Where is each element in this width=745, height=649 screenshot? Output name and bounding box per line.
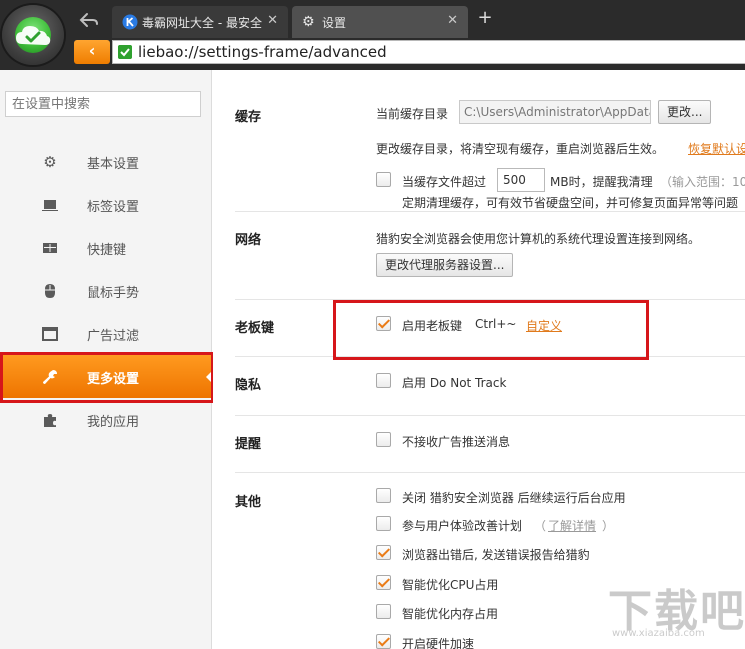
do-not-track-label: 启用 Do Not Track <box>402 376 507 390</box>
keyboard-icon <box>43 243 57 253</box>
section-network: 网络 猎豹安全浏览器会使用您计算机的系统代理设置连接到网络。 更改代理服务器设置… <box>235 213 745 300</box>
browser-chrome: 毒霸网址大全 - 最安全最好用的网址导航 ✕ ⚙ 设置 ✕ + ‹ liebao… <box>0 0 745 70</box>
cache-limit-input[interactable]: 500 <box>497 168 545 192</box>
change-cache-dir-button[interactable]: 更改... <box>658 100 712 124</box>
back-button[interactable]: ‹ <box>74 40 110 64</box>
cache-dir-field: C:\Users\Administrator\AppData <box>459 100 651 124</box>
tab-icon <box>42 200 58 211</box>
background-apps-checkbox[interactable] <box>376 488 391 503</box>
section-title: 老板键 <box>235 321 275 336</box>
gear-icon: ⚙ <box>302 14 315 30</box>
learn-more-link[interactable]: 了解详情 <box>548 517 596 534</box>
sidebar-item-my-apps[interactable]: 我的应用 <box>0 398 212 441</box>
do-not-track-checkbox[interactable] <box>376 373 391 388</box>
option-link-close: ） <box>602 519 615 533</box>
settings-sidebar: ⚙ 基本设置 标签设置 快捷键 鼠标手势 广告过滤 更多设置 我的应用 <box>0 70 214 649</box>
window-icon <box>42 327 58 341</box>
no-ads-label: 不接收广告推送消息 <box>402 435 511 449</box>
option-label: 参与用户体验改善计划 <box>402 519 523 533</box>
secure-check-icon <box>118 45 132 59</box>
puzzle-icon <box>44 414 56 427</box>
undo-icon[interactable] <box>78 10 100 30</box>
sidebar-item-label: 广告过滤 <box>87 329 140 344</box>
proxy-settings-button[interactable]: 更改代理服务器设置... <box>376 253 514 277</box>
k-site-icon <box>122 14 138 30</box>
no-ads-checkbox[interactable] <box>376 432 391 447</box>
sidebar-item-basic[interactable]: ⚙ 基本设置 <box>0 140 212 183</box>
sidebar-item-ad-filter[interactable]: 广告过滤 <box>0 312 212 355</box>
cpu-optimize-checkbox[interactable] <box>376 575 391 590</box>
network-desc: 猎豹安全浏览器会使用您计算机的系统代理设置连接到网络。 <box>376 232 701 246</box>
cache-limit-range: （输入范围：100- <box>660 175 745 189</box>
watermark-logo: 下载吧 www.xiazaiba.com <box>600 575 745 649</box>
sidebar-item-label: 标签设置 <box>87 200 140 215</box>
sidebar-item-label: 鼠标手势 <box>87 286 140 301</box>
highlight-box-sidebar <box>0 352 214 403</box>
close-icon[interactable]: ✕ <box>267 13 278 28</box>
sidebar-item-mouse-gestures[interactable]: 鼠标手势 <box>0 269 212 312</box>
cache-limit-checkbox[interactable] <box>376 172 391 187</box>
tab-title: 设置 <box>322 16 347 30</box>
hardware-accel-checkbox[interactable] <box>376 634 391 649</box>
tab-settings[interactable]: ⚙ 设置 ✕ <box>292 6 468 38</box>
memory-optimize-checkbox[interactable] <box>376 604 391 619</box>
sidebar-item-label: 快捷键 <box>87 243 127 258</box>
watermark-sub: www.xiazaiba.com <box>612 628 705 639</box>
cache-dir-label: 当前缓存目录 <box>376 107 449 121</box>
option-label: 浏览器出错后, 发送错误报告给猎豹 <box>402 548 590 562</box>
option-link-open: （ <box>534 519 547 533</box>
tab-title: 毒霸网址大全 - 最安全最好用的网址导航 <box>142 16 262 30</box>
url-text: liebao://settings-frame/advanced <box>138 43 387 61</box>
sidebar-item-tabs[interactable]: 标签设置 <box>0 183 212 226</box>
cloud-check-icon <box>16 26 51 45</box>
mouse-icon <box>45 284 55 298</box>
settings-content: 缓存 当前缓存目录 C:\Users\Administrator\AppData… <box>213 70 745 649</box>
highlight-box-boss-key <box>333 300 649 360</box>
section-title: 其他 <box>235 495 262 510</box>
gear-icon: ⚙ <box>43 153 57 171</box>
sidebar-item-label: 基本设置 <box>87 157 140 172</box>
url-field[interactable]: liebao://settings-frame/advanced <box>112 40 745 64</box>
sidebar-item-label: 我的应用 <box>87 415 140 430</box>
section-title: 网络 <box>235 233 262 248</box>
option-label: 关闭 猎豹安全浏览器 后继续运行后台应用 <box>402 491 626 505</box>
section-title: 隐私 <box>235 378 262 393</box>
cache-note: 更改缓存目录，将清空现有缓存，重启浏览器后生效。 <box>376 142 665 156</box>
cache-limit-note: 定期清理缓存，可有效节省硬盘空间，并可修复页面异常等问题 <box>402 196 739 210</box>
section-title: 提醒 <box>235 437 262 452</box>
new-tab-button[interactable]: + <box>476 8 494 28</box>
cache-limit-prefix: 当缓存文件超过 <box>402 175 487 189</box>
tab-bar: 毒霸网址大全 - 最安全最好用的网址导航 ✕ ⚙ 设置 ✕ + <box>70 0 745 38</box>
tab-dubaba[interactable]: 毒霸网址大全 - 最安全最好用的网址导航 ✕ <box>112 6 288 38</box>
section-privacy: 隐私 启用 Do Not Track <box>235 358 745 416</box>
address-bar: ‹ liebao://settings-frame/advanced <box>70 38 745 67</box>
section-title: 缓存 <box>235 110 262 125</box>
option-label: 开启硬件加速 <box>402 637 475 649</box>
sidebar-item-shortcuts[interactable]: 快捷键 <box>0 226 212 269</box>
settings-search-input[interactable] <box>5 91 201 117</box>
option-label: 智能优化CPU占用 <box>402 578 499 592</box>
restore-default-link[interactable]: 恢复默认设置 <box>688 140 745 157</box>
browser-logo[interactable] <box>2 5 64 65</box>
close-icon[interactable]: ✕ <box>447 13 458 28</box>
section-cache: 缓存 当前缓存目录 C:\Users\Administrator\AppData… <box>235 70 745 212</box>
section-reminder: 提醒 不接收广告推送消息 <box>235 417 745 473</box>
ux-program-checkbox[interactable] <box>376 516 391 531</box>
option-label: 智能优化内存占用 <box>402 607 499 621</box>
error-report-checkbox[interactable] <box>376 545 391 560</box>
cache-limit-suffix: MB时，提醒我清理 <box>550 175 653 189</box>
